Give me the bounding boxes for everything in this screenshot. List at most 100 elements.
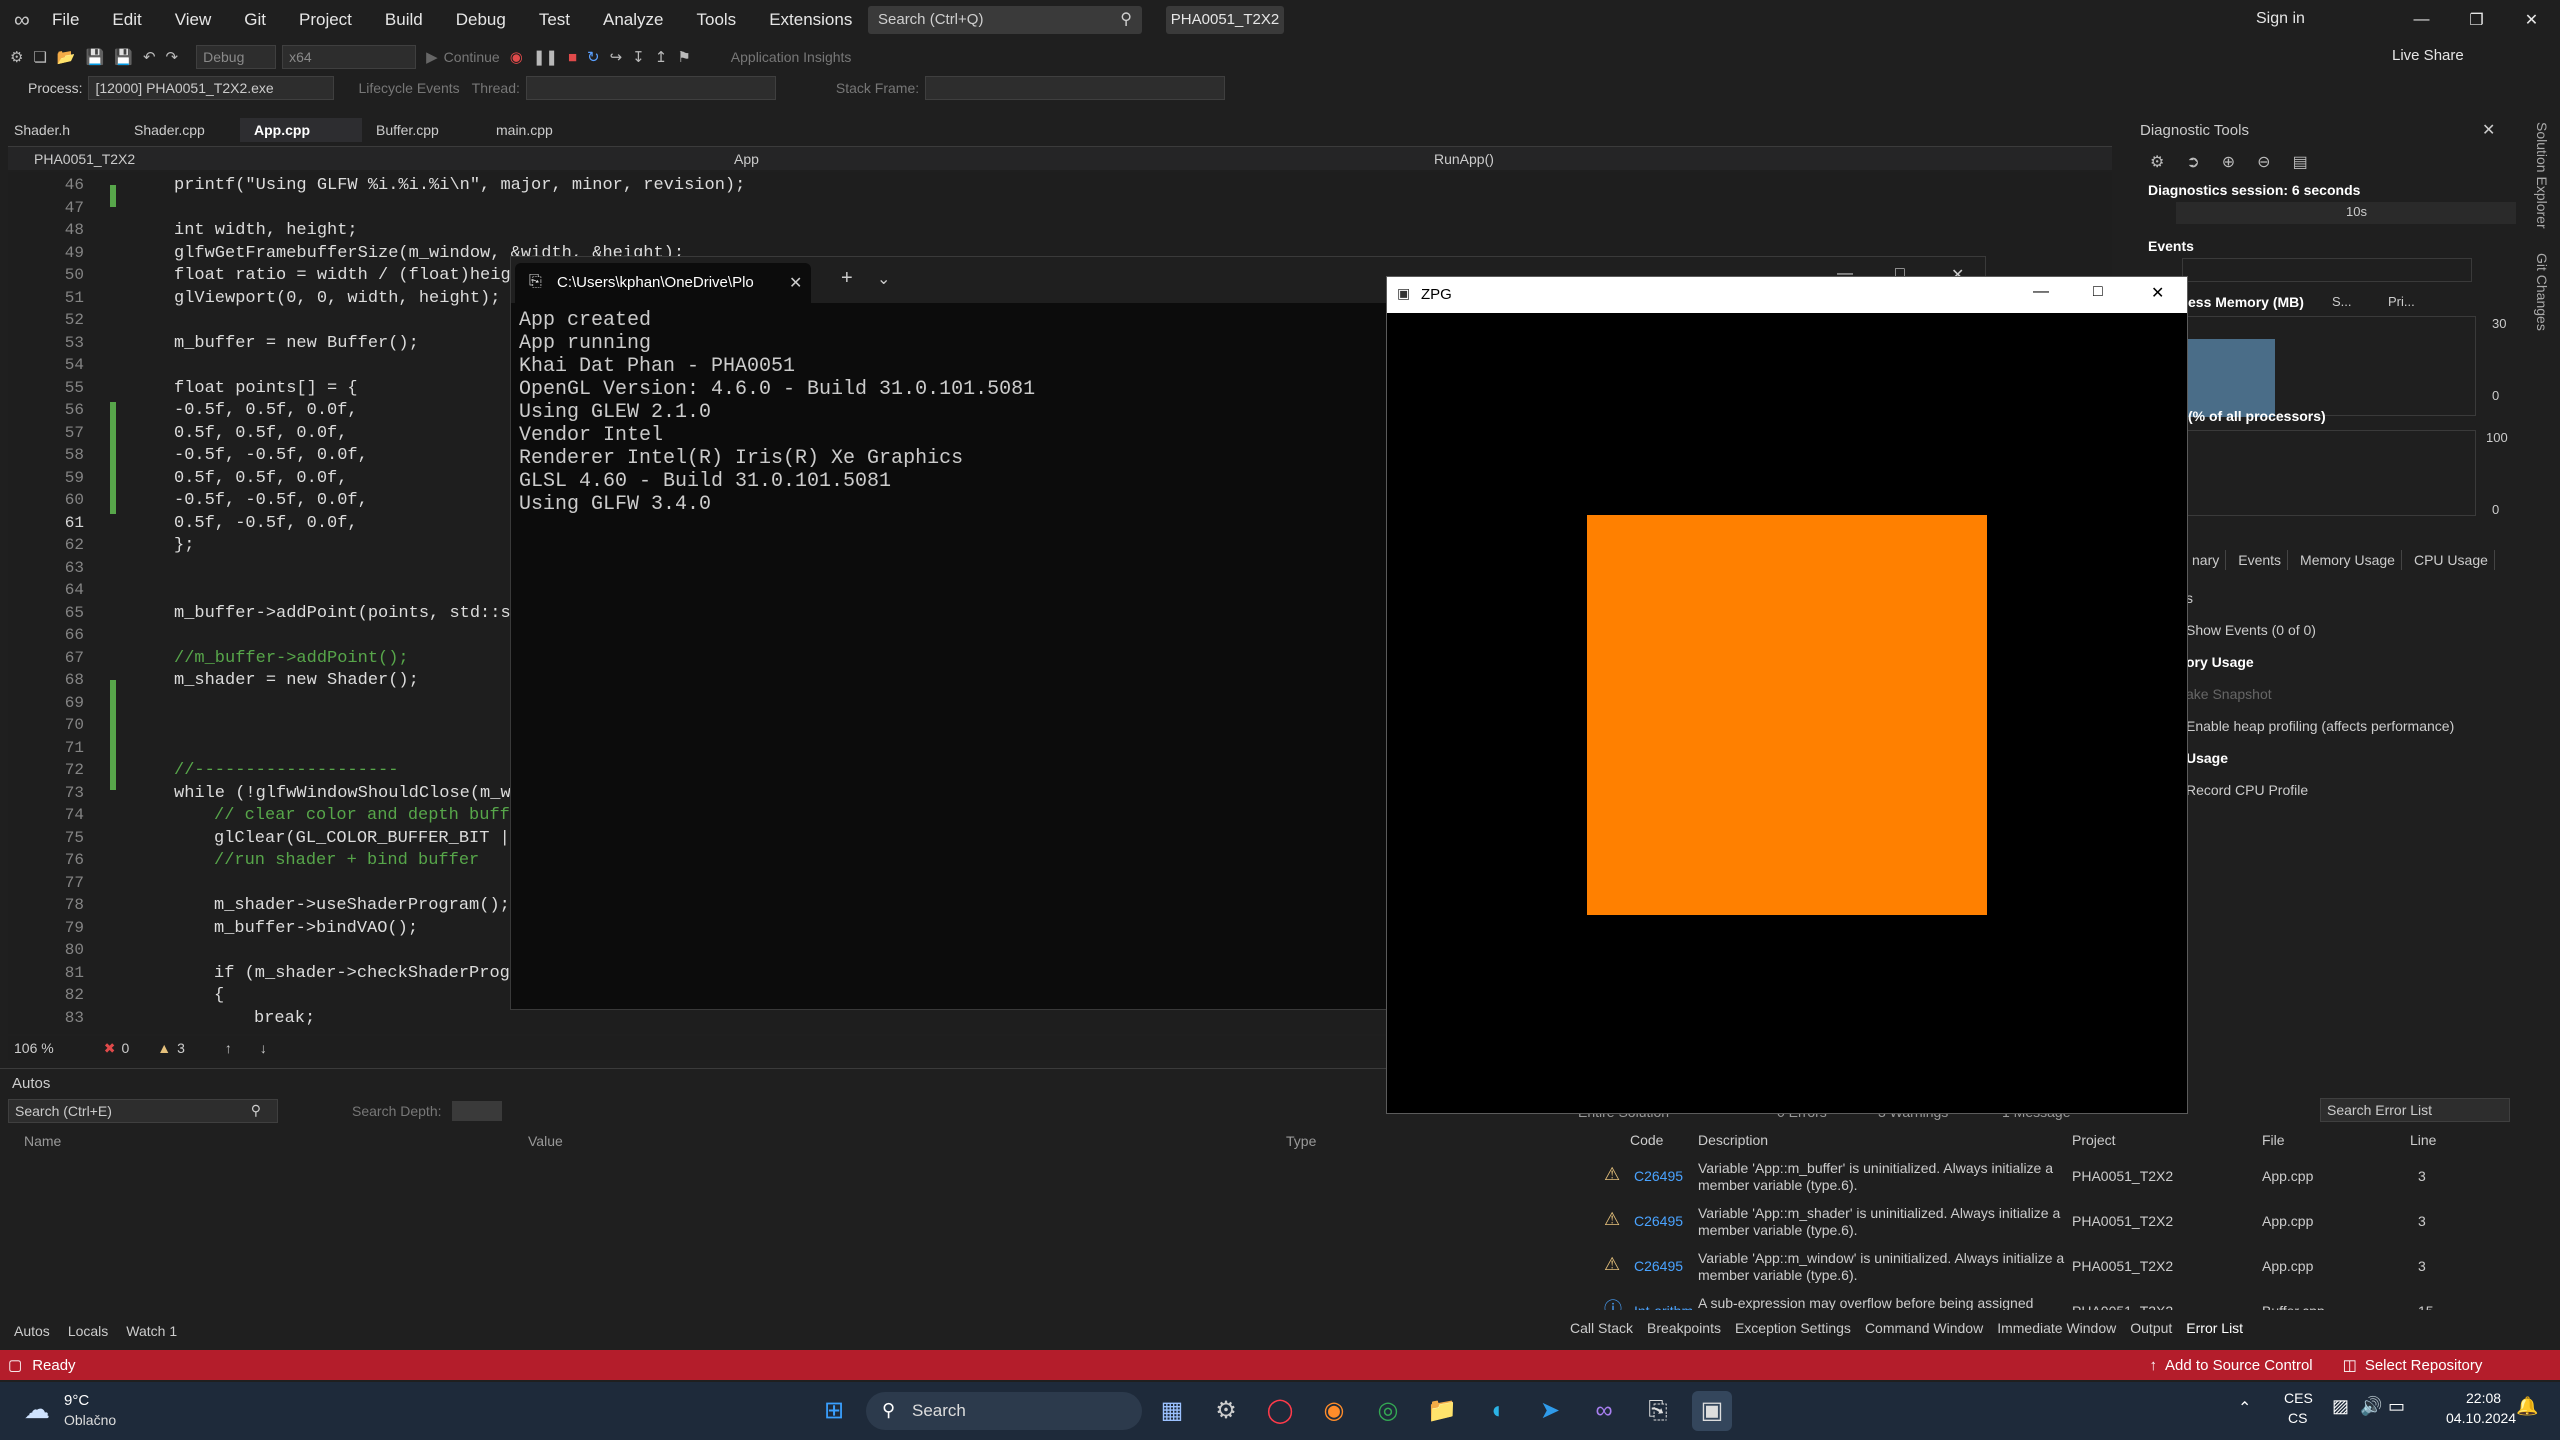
close-icon[interactable]: ✕ <box>2504 10 2559 30</box>
stop-debugging-icon[interactable]: ■ <box>568 49 577 66</box>
bottom-tab[interactable]: Call Stack <box>1570 1320 1633 1336</box>
new-project-icon[interactable]: ❏ <box>33 48 46 66</box>
thread-select[interactable] <box>525 76 776 100</box>
battery-icon[interactable]: ▭ <box>2388 1396 2405 1417</box>
panel-close-icon[interactable]: ✕ <box>2482 120 2495 140</box>
error-code[interactable]: C26495 <box>1634 1213 1683 1230</box>
code-line[interactable]: while (!glfwWindowShouldClose(m_w <box>174 784 511 803</box>
code-line[interactable]: //-------------------- <box>174 761 398 780</box>
zpg-minimize-icon[interactable]: — <box>2033 283 2049 301</box>
diag-item[interactable]: s <box>2186 582 2516 614</box>
zoom-out-icon[interactable]: ⊖ <box>2257 152 2270 172</box>
menu-test[interactable]: Test <box>539 10 570 30</box>
sign-in-link[interactable]: Sign in <box>2256 10 2305 28</box>
nav-up-icon[interactable]: ↑ <box>225 1040 232 1056</box>
diag-item[interactable]: ake Snapshot <box>2186 678 2516 710</box>
code-line[interactable]: -0.5f, 0.5f, 0.0f, <box>174 401 358 420</box>
side-tab[interactable]: Git Changes <box>2534 253 2550 331</box>
diag-tab[interactable]: Memory Usage <box>2294 550 2402 570</box>
bottom-tab[interactable]: Immediate Window <box>1997 1320 2116 1336</box>
continue-icon[interactable]: ▶ <box>426 48 438 66</box>
break-all-icon[interactable]: ❚❚ <box>533 48 558 66</box>
fire-icon[interactable]: ◉ <box>510 48 523 66</box>
diag-tab[interactable]: CPU Usage <box>2408 550 2495 570</box>
menu-analyze[interactable]: Analyze <box>603 10 663 30</box>
solution-name-badge[interactable]: PHA0051_T2X2 <box>1166 6 1284 34</box>
terminal-tab-close-icon[interactable]: ✕ <box>789 273 802 293</box>
code-line[interactable]: if (m_shader->checkShaderProg <box>214 964 510 983</box>
autos-tab[interactable]: Watch 1 <box>126 1323 177 1339</box>
code-line[interactable]: //m_buffer->addPoint(); <box>174 649 409 668</box>
error-col[interactable]: Description <box>1698 1132 1768 1148</box>
code-line[interactable]: }; <box>174 536 194 555</box>
network-icon[interactable]: ▨ <box>2332 1396 2349 1417</box>
zoom-in-icon[interactable]: ⊕ <box>2222 152 2235 172</box>
open-folder-icon[interactable]: 📂 <box>57 48 76 66</box>
code-line[interactable]: -0.5f, -0.5f, 0.0f, <box>174 491 368 510</box>
code-line[interactable]: float ratio = width / (float)heig <box>174 266 511 285</box>
zpg-app-icon[interactable]: ▣ <box>1692 1391 1732 1431</box>
menu-tools[interactable]: Tools <box>697 10 737 30</box>
zpg-close-icon[interactable]: ✕ <box>2151 283 2164 303</box>
clock-time[interactable]: 22:08 <box>2466 1390 2501 1406</box>
code-line[interactable]: 0.5f, 0.5f, 0.0f, <box>174 469 347 488</box>
code-line[interactable]: m_buffer->addPoint(points, std::s <box>174 604 511 623</box>
search-depth-select[interactable] <box>452 1101 502 1121</box>
save-all-icon[interactable]: 💾 <box>114 48 133 66</box>
code-line[interactable]: float points[] = { <box>174 379 358 398</box>
bottom-tab[interactable]: Breakpoints <box>1647 1320 1721 1336</box>
back-forward-icon[interactable]: ⚙ <box>10 48 23 66</box>
error-code[interactable]: Int-arithm <box>1634 1303 1693 1310</box>
scope-dropdown[interactable]: App <box>708 151 1408 167</box>
restart-icon[interactable]: ↻ <box>587 48 600 66</box>
diag-item[interactable]: Show Events (0 of 0) <box>2186 614 2516 646</box>
code-line[interactable]: m_shader->useShaderProgram(); <box>214 896 510 915</box>
code-line[interactable]: // clear color and depth buff <box>214 806 510 825</box>
autos-tab[interactable]: Autos <box>14 1323 50 1339</box>
redo-icon[interactable]: ↷ <box>166 48 179 66</box>
diag-tab[interactable]: Events <box>2232 550 2289 570</box>
code-line[interactable]: m_shader = new Shader(); <box>174 671 419 690</box>
undo-icon[interactable]: ↶ <box>143 48 156 66</box>
menu-edit[interactable]: Edit <box>112 10 141 30</box>
tab-main-cpp[interactable]: main.cpp <box>482 118 602 142</box>
error-col[interactable]: Code <box>1630 1132 1663 1148</box>
chrome-icon[interactable]: ◎ <box>1368 1391 1408 1431</box>
step-out-icon[interactable]: ↥ <box>655 48 668 66</box>
clock-date[interactable]: 04.10.2024 <box>2446 1410 2516 1426</box>
tab-app-cpp[interactable]: App.cpp <box>240 118 362 142</box>
export-icon[interactable]: ➲ <box>2186 152 2199 172</box>
error-row[interactable]: ⚠ C26495 Variable 'App::m_shader' is unini… <box>1562 1205 2512 1249</box>
tab-dropdown-icon[interactable]: ⌄ <box>877 269 890 289</box>
stack-frame-select[interactable] <box>925 76 1226 100</box>
error-col[interactable]: Line <box>2410 1132 2436 1148</box>
bottom-tab[interactable]: Exception Settings <box>1735 1320 1851 1336</box>
bottom-tab[interactable]: Output <box>2130 1320 2172 1336</box>
step-into-icon[interactable]: ↧ <box>632 48 645 66</box>
tab-buffer-cpp[interactable]: Buffer.cpp <box>362 118 482 142</box>
live-share-button[interactable]: Live Share <box>2392 47 2464 64</box>
menu-view[interactable]: View <box>175 10 212 30</box>
col-name[interactable]: Name <box>24 1133 61 1149</box>
start-button[interactable]: ⊞ <box>814 1391 854 1431</box>
diag-item[interactable]: Usage <box>2186 742 2516 774</box>
menu-build[interactable]: Build <box>385 10 423 30</box>
save-icon[interactable]: 💾 <box>86 48 105 66</box>
menu-debug[interactable]: Debug <box>456 10 506 30</box>
bottom-tab[interactable]: Error List <box>2186 1320 2243 1336</box>
diag-item[interactable]: Enable heap profiling (affects performan… <box>2186 710 2516 742</box>
tray-expand-icon[interactable]: ⌃ <box>2238 1398 2251 1418</box>
minimize-icon[interactable]: — <box>2394 11 2449 29</box>
task-view-icon[interactable]: ▦ <box>1152 1391 1192 1431</box>
error-count[interactable]: 0 <box>121 1040 129 1056</box>
error-row[interactable]: ⚠ C26495 Variable 'App::m_buffer' is unini… <box>1562 1160 2512 1204</box>
menu-project[interactable]: Project <box>299 10 352 30</box>
tab-shader-h[interactable]: Shader.h <box>0 118 120 142</box>
error-code[interactable]: C26495 <box>1634 1168 1683 1185</box>
code-line[interactable]: m_buffer->bindVAO(); <box>214 919 418 938</box>
taskbar-search[interactable]: ⚲ Search <box>866 1392 1142 1430</box>
col-value[interactable]: Value <box>528 1133 563 1149</box>
diag-tab[interactable]: nary <box>2186 550 2227 570</box>
app-insights-label[interactable]: Application Insights <box>731 49 852 65</box>
restore-icon[interactable]: ❐ <box>2449 10 2504 30</box>
